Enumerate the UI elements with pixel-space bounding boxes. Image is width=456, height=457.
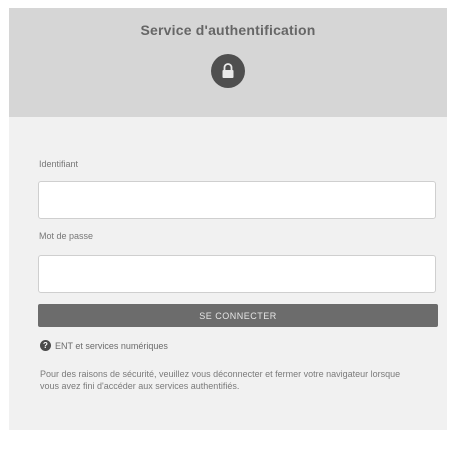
- question-circle-icon: ?: [40, 340, 51, 351]
- login-header: Service d'authentification: [9, 8, 447, 117]
- username-field[interactable]: [38, 181, 436, 219]
- password-field[interactable]: [38, 255, 436, 293]
- security-notice: Pour des raisons de sécurité, veuillez v…: [40, 369, 401, 391]
- lock-icon: [211, 54, 245, 88]
- username-label: Identifiant: [39, 159, 79, 169]
- login-button[interactable]: SE CONNECTER: [38, 304, 438, 327]
- help-link-row: ? ENT et services numériques: [40, 340, 168, 351]
- login-card: Service d'authentification Identifiant M…: [9, 8, 447, 430]
- password-label: Mot de passe: [39, 231, 94, 241]
- ent-services-link[interactable]: ENT et services numériques: [55, 341, 168, 351]
- page-title: Service d'authentification: [140, 22, 316, 38]
